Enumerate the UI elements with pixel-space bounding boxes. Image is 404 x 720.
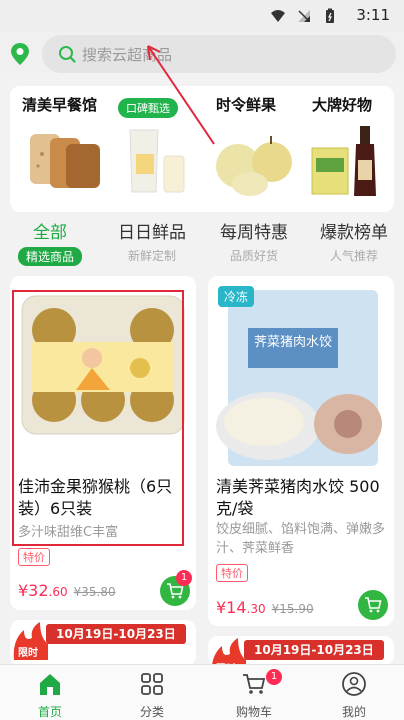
highlight-box <box>12 290 184 546</box>
category-brand[interactable]: 大牌好物 <box>304 94 394 208</box>
price-integer: ¥14 <box>216 598 247 617</box>
category-label: 时令鲜果 <box>216 96 277 114</box>
product-desc: 饺皮细腻、馅料饱满、弹嫩多汁、荠菜鲜香 <box>216 522 386 556</box>
flame-text: 限时 <box>18 646 38 659</box>
user-icon <box>342 672 366 696</box>
search-bar[interactable]: 搜索云超商品 <box>42 35 396 73</box>
soy-milk-image <box>129 129 185 193</box>
bottom-nav: 首页 分类 购物车 1 我的 <box>0 664 404 720</box>
home-icon <box>40 674 60 695</box>
frozen-badge: 冷冻 <box>218 286 255 307</box>
sale-tag: 特价 <box>216 564 248 582</box>
product-title: 清美荠菜猪肉水饺 500克/袋 <box>216 477 380 518</box>
category-fruit[interactable]: 时令鲜果 <box>206 94 296 208</box>
nav-label: 首页 <box>37 705 62 719</box>
original-price: ¥35.80 <box>73 585 116 599</box>
battery-icon <box>326 8 334 23</box>
nav-cart[interactable]: 购物车 1 <box>214 669 294 720</box>
price: ¥14.30 <box>216 598 266 617</box>
cart-icon <box>365 597 382 613</box>
tab-title: 爆款榜单 <box>320 223 388 243</box>
tab-subtitle: 品质好货 <box>229 249 278 263</box>
category-badge: 口碑甄选 <box>118 98 178 118</box>
nav-category[interactable]: 分类 <box>112 671 192 720</box>
promo-card[interactable]: 限时 10月19日-10月23日 <box>208 636 394 666</box>
price-integer: ¥32 <box>18 581 49 600</box>
tab-title: 日日鲜品 <box>118 223 186 243</box>
flame-icon: 限时 <box>13 622 48 660</box>
search-icon <box>59 46 76 63</box>
category-grid-icon <box>141 673 163 695</box>
cart-icon <box>243 674 266 694</box>
product-card[interactable]: 荠菜猪肉水饺 冷冻 清美荠菜猪肉水饺 500克/袋 饺皮细腻、馅料饱满、弹嫩多汁… <box>208 276 394 626</box>
header: 搜索云超商品 <box>0 32 404 73</box>
original-price: ¥15.90 <box>271 602 314 616</box>
cart-badge: 1 <box>266 669 282 685</box>
brand-goods-image <box>311 126 376 196</box>
tab-subtitle: 新鲜定制 <box>127 249 176 263</box>
package-text: 荠菜猪肉水饺 <box>254 335 332 350</box>
promo-date: 10月19日-10月23日 <box>244 640 384 660</box>
category-label: 大牌好物 <box>312 96 373 114</box>
nav-profile[interactable]: 我的 <box>314 671 394 720</box>
nav-label: 我的 <box>341 705 366 719</box>
status-bar: 3:11 <box>0 0 404 32</box>
promo-date: 10月19日-10月23日 <box>46 624 186 644</box>
price-decimal: .30 <box>246 602 266 616</box>
tab-daily-fresh[interactable]: 日日鲜品 新鲜定制 <box>104 218 200 264</box>
status-time: 3:11 <box>356 6 390 24</box>
category-tabs: 全部 精选商品 日日鲜品 新鲜定制 每周特惠 品质好货 爆款榜单 人气推荐 <box>0 214 404 270</box>
status-icons <box>270 8 338 24</box>
price-decimal: .60 <box>48 585 68 599</box>
promo-card[interactable]: 限时 10月19日-10月23日 <box>10 620 196 666</box>
nav-label: 购物车 <box>235 705 272 719</box>
add-to-cart-button[interactable] <box>358 590 388 620</box>
tab-title: 全部 <box>33 223 67 243</box>
bread-image <box>30 134 100 188</box>
flame-icon: 限时 <box>211 638 246 666</box>
pear-image <box>216 136 292 196</box>
category-card: 清美早餐馆 口碑甄选 时令鲜果 大牌好物 <box>10 86 394 212</box>
sale-tag: 特价 <box>18 548 50 566</box>
tab-subtitle: 人气推荐 <box>329 249 378 263</box>
tab-subtitle: 精选商品 <box>17 247 82 266</box>
price: ¥32.60 <box>18 581 68 600</box>
tab-bestsellers[interactable]: 爆款榜单 人气推荐 <box>306 218 402 264</box>
price-row: ¥14.30 ¥15.90 <box>216 598 314 617</box>
wifi-icon <box>271 10 285 22</box>
signal-off-icon <box>298 10 310 22</box>
nav-home[interactable]: 首页 <box>10 671 90 720</box>
search-placeholder: 搜索云超商品 <box>82 45 173 64</box>
nav-label: 分类 <box>139 705 164 719</box>
location-pin-icon[interactable] <box>10 42 30 66</box>
cart-count-badge: 1 <box>176 570 192 586</box>
tab-title: 每周特惠 <box>220 223 288 243</box>
tab-weekly-deals[interactable]: 每周特惠 品质好货 <box>206 218 302 264</box>
tab-all[interactable]: 全部 精选商品 <box>2 218 98 266</box>
price-row: ¥32.60 ¥35.80 <box>18 581 116 600</box>
